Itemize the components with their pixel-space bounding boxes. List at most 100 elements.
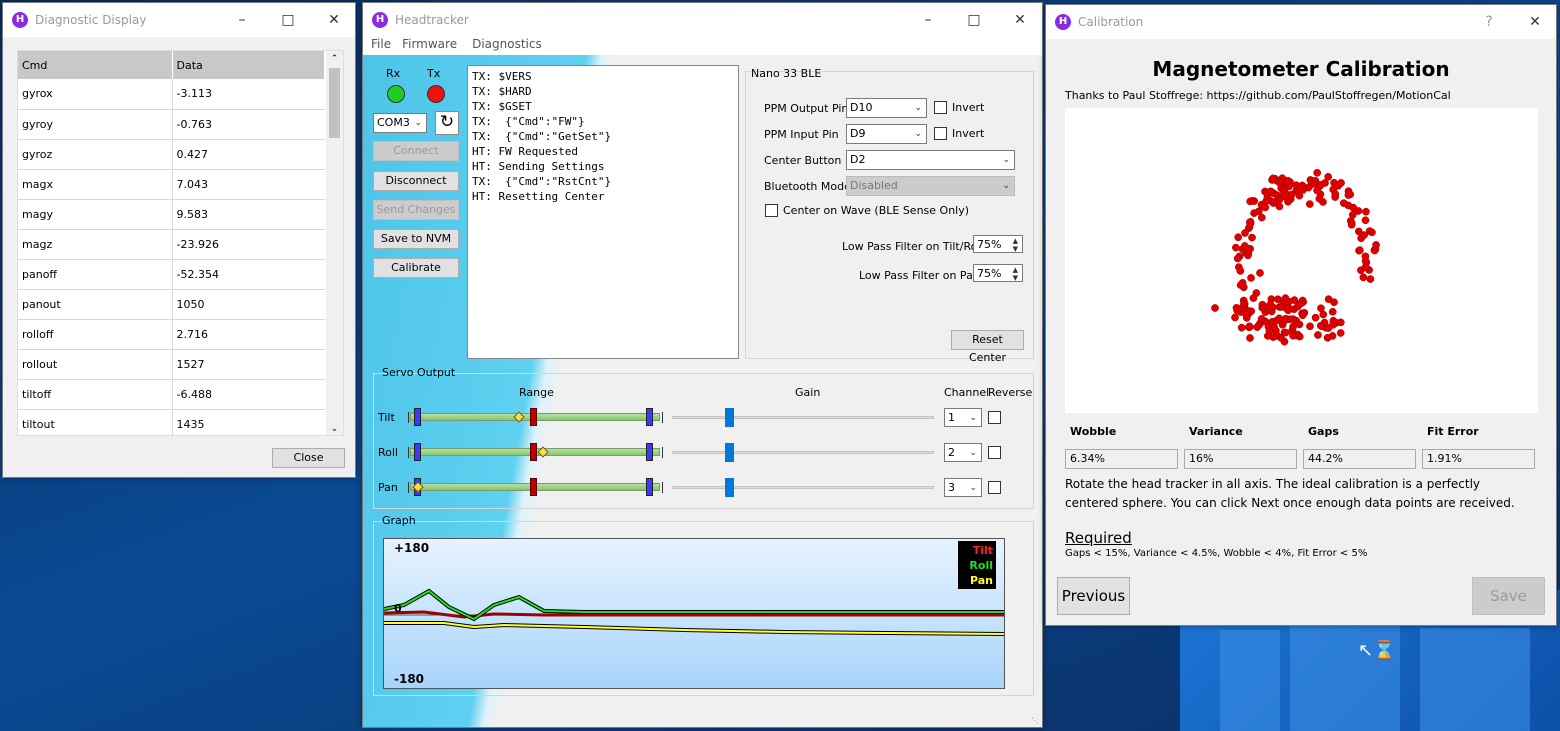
calibration-point [1328,307,1337,316]
send-changes-button[interactable]: Send Changes [373,200,459,220]
gain-slider-thumb[interactable] [725,408,734,427]
table-row[interactable]: panout 1050 [18,289,325,320]
calibration-point [1232,243,1240,252]
table-row[interactable]: rollout 1527 [18,349,325,380]
stat-value: 6.34% [1065,449,1178,469]
connect-button[interactable]: Connect [373,141,459,161]
close-icon[interactable]: ✕ [311,3,357,37]
gain-slider[interactable] [672,486,934,489]
minimize-icon[interactable]: – [219,3,265,37]
stat-value: 44.2% [1303,449,1416,469]
range-center-handle[interactable] [530,478,537,496]
range-min-handle[interactable] [414,408,421,426]
maximize-icon[interactable]: □ [951,3,997,37]
headtracker-title: Headtracker [395,13,469,27]
channel-select[interactable]: 1 ⌄ [944,408,982,427]
calibration-point [1245,322,1254,331]
table-row[interactable]: tiltoff -6.488 [18,379,325,410]
range-max-handle[interactable] [646,478,653,496]
save-button[interactable]: Save [1472,577,1545,615]
range-center-handle[interactable] [530,443,537,461]
table-row[interactable]: gyroy -0.763 [18,109,325,140]
graph-plot: +180 0 -180 Tilt Roll Pan [383,538,1005,689]
close-icon[interactable]: ✕ [1512,5,1558,39]
data-cell: -6.488 [172,379,325,410]
resize-grip-icon[interactable]: ⋱ [1031,716,1039,725]
calibration-point [1283,176,1292,185]
scroll-up-icon[interactable]: ⌃ [326,51,343,67]
data-cell: -52.354 [172,259,325,290]
graph-traces [384,588,1004,636]
gain-slider-thumb[interactable] [725,443,734,462]
table-row[interactable]: rolloff 2.716 [18,319,325,350]
column-header-cmd[interactable]: Cmd [18,51,173,79]
menu-firmware[interactable]: Firmware [402,37,457,55]
calibration-point [1295,320,1304,329]
port-select[interactable]: COM3 ⌄ [373,113,427,133]
headtracker-window: H Headtracker – □ ✕ File Firmware Diagno… [362,2,1043,728]
scroll-down-icon[interactable]: ⌄ [326,421,343,435]
save-nvm-button[interactable]: Save to NVM [373,229,459,249]
channel-select[interactable]: 3 ⌄ [944,478,982,497]
table-row[interactable]: magx 7.043 [18,169,325,200]
reset-center-button[interactable]: Reset Center [951,330,1024,364]
ppm-output-invert-checkbox[interactable] [934,101,947,114]
calibration-point [1266,300,1275,309]
calibration-point [1331,190,1340,198]
reverse-checkbox[interactable] [988,411,1001,424]
channel-select[interactable]: 2 ⌄ [944,443,982,462]
table-row[interactable]: gyrox -3.113 [18,79,325,110]
range-center-handle[interactable] [530,408,537,426]
diagnostic-table: Cmd Data gyrox -3.113 gyroy -0.763 gyroz 0.42… [18,51,325,435]
table-row[interactable]: magy 9.583 [18,199,325,230]
table-row[interactable]: gyroz 0.427 [18,139,325,170]
close-button[interactable]: Close [272,448,345,468]
menu-bar: File Firmware Diagnostics [363,37,1042,55]
reverse-checkbox[interactable] [988,446,1001,459]
ppm-input-select[interactable]: D9 ⌄ [846,124,927,144]
calibration-point [1247,274,1255,282]
table-row[interactable]: panoff -52.354 [18,259,325,290]
bluetooth-mode-select[interactable]: Disabled ⌄ [846,176,1015,196]
scrollbar[interactable]: ⌃ ⌄ [326,51,343,435]
calibration-point [1339,199,1348,208]
calibration-point [1234,233,1243,242]
reverse-label: Reverse [988,386,1033,399]
previous-button[interactable]: Previous [1057,577,1130,615]
gain-slider[interactable] [672,416,934,419]
disconnect-button[interactable]: Disconnect [373,171,459,191]
cmd-cell: rollout [18,349,173,380]
calibration-point [1269,174,1277,183]
lpf-pan-label: Low Pass Filter on Pan [859,269,980,282]
column-header-data[interactable]: Data [172,51,325,79]
range-min-handle[interactable] [414,443,421,461]
calibrate-button[interactable]: Calibrate [373,258,459,278]
lpf-tilt-spinbox[interactable]: 75% ▲ ▼ [973,235,1023,253]
center-button-select[interactable]: D2 ⌄ [846,150,1015,170]
center-on-wave-checkbox[interactable] [765,204,778,217]
table-row[interactable]: tiltout 1435 [18,409,325,435]
range-label: Range [519,386,554,399]
close-icon[interactable]: ✕ [997,3,1043,37]
lpf-pan-spinbox[interactable]: 75% ▲ ▼ [973,264,1023,282]
data-cell: 1050 [172,289,325,320]
calibration-point [1233,254,1242,263]
gain-slider-thumb[interactable] [725,478,734,497]
menu-diagnostics[interactable]: Diagnostics [472,37,542,55]
maximize-icon[interactable]: □ [265,3,311,37]
help-icon[interactable]: ? [1466,5,1512,39]
magnetometer-point-cloud [1211,168,1380,346]
ppm-output-select[interactable]: D10 ⌄ [846,98,927,118]
refresh-icon[interactable]: ↻ [435,111,459,135]
ppm-input-invert-checkbox[interactable] [934,127,947,140]
table-row[interactable]: magz -23.926 [18,229,325,260]
range-max-handle[interactable] [646,443,653,461]
menu-file[interactable]: File [371,37,391,55]
serial-log[interactable]: TX: $VERS TX: $HARD TX: $GSET TX: {"Cmd"… [467,65,739,359]
range-max-handle[interactable] [646,408,653,426]
minimize-icon[interactable]: – [905,3,951,37]
reverse-checkbox[interactable] [988,481,1001,494]
legend-tilt: Tilt [972,544,993,557]
gain-slider[interactable] [672,451,934,454]
scrollbar-thumb[interactable] [329,68,340,138]
